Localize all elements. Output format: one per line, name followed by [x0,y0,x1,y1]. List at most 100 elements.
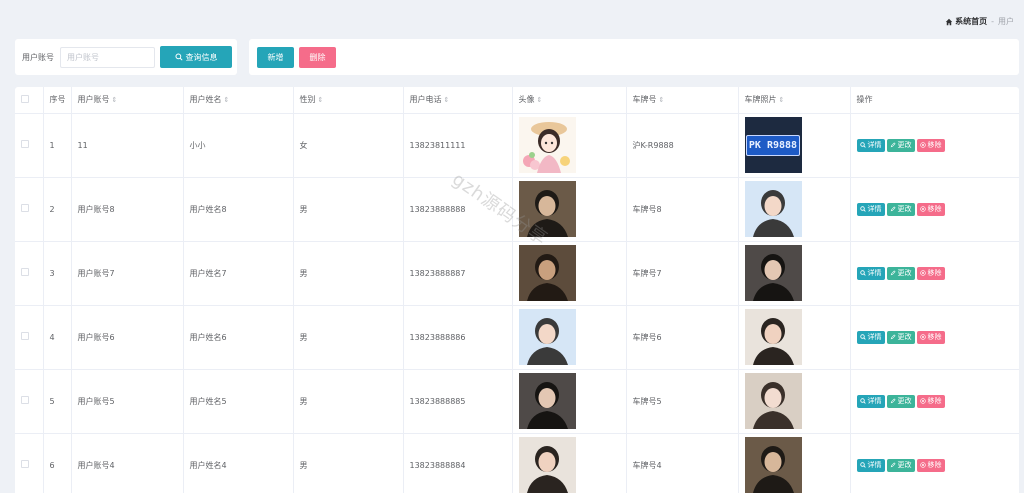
cell-avatar [512,241,627,306]
edit-button[interactable]: 更改 [886,202,915,216]
row-select-cell[interactable] [15,305,44,370]
detail-button[interactable]: 详情 [856,202,885,216]
header-gender[interactable]: 性别 ⇕ [293,87,404,114]
table-row: 3 用户账号7 用户姓名7 男 13823888887 车牌号7 详情 更改 移… [15,241,1019,306]
account-search-input[interactable] [60,46,155,68]
table-row: 2 用户账号8 用户姓名8 男 13823888888 车牌号8 详情 更改 移… [15,177,1019,242]
close-circle-icon [919,270,926,276]
cell-index: 3 [43,241,72,306]
edit-button[interactable]: 更改 [886,330,915,344]
home-icon [945,18,953,25]
pencil-icon [890,462,896,468]
cell-avatar [512,369,627,434]
sort-icon[interactable]: ⇕ [318,96,324,104]
edit-button[interactable]: 更改 [886,394,915,408]
detail-button[interactable]: 详情 [856,394,885,408]
cell-account: 用户账号4 [71,433,184,493]
row-checkbox[interactable] [21,332,29,340]
sort-icon[interactable]: ⇕ [779,96,785,104]
remove-button[interactable]: 移除 [916,266,945,280]
header-index-label: 序号 [49,95,66,105]
detail-label: 详情 [867,333,882,341]
table-header-row: 序号 用户账号 ⇕ 用户姓名 ⇕ 性别 ⇕ 用户电话 ⇕ 头像 ⇕ 车牌号 ⇕ 车牌照片 ⇕ … [15,87,1019,114]
sort-icon[interactable]: ⇕ [659,96,665,104]
row-checkbox[interactable] [21,396,29,404]
remove-label: 移除 [927,269,942,277]
header-avatar[interactable]: 头像 ⇕ [512,87,627,114]
search-icon [859,334,866,340]
remove-label: 移除 [927,333,942,341]
table-row: 4 用户账号6 用户姓名6 男 13823888886 车牌号6 详情 更改 移… [15,305,1019,370]
delete-button[interactable]: 删除 [299,46,336,68]
cell-index: 2 [43,177,72,242]
cell-account: 用户账号7 [71,241,184,306]
row-select-cell[interactable] [15,177,44,242]
edit-label: 更改 [897,141,912,149]
detail-button[interactable]: 详情 [856,330,885,344]
cell-name: 用户姓名5 [183,369,294,434]
header-plate-photo[interactable]: 车牌照片 ⇕ [738,87,851,114]
close-circle-icon [919,462,926,468]
remove-button[interactable]: 移除 [916,458,945,472]
detail-button[interactable]: 详情 [856,266,885,280]
avatar-image [518,437,576,493]
cell-phone: 13823888885 [403,369,513,434]
row-select-cell[interactable] [15,433,44,493]
pencil-icon [890,334,896,340]
table-row: 5 用户账号5 用户姓名5 男 13823888885 车牌号5 详情 更改 移… [15,369,1019,434]
detail-button[interactable]: 详情 [856,138,885,152]
sort-icon[interactable]: ⇕ [537,96,543,104]
cell-account: 用户账号6 [71,305,184,370]
cell-phone: 13823888886 [403,305,513,370]
header-name[interactable]: 用户姓名 ⇕ [183,87,294,114]
header-plate-label: 车牌号 [632,95,657,105]
avatar-image [518,309,576,365]
row-select-cell[interactable] [15,113,44,178]
row-checkbox[interactable] [21,460,29,468]
select-all-cell[interactable] [15,87,44,114]
cell-plate-photo [738,305,851,370]
breadcrumb-home[interactable]: 系统首页 [945,16,987,27]
add-button[interactable]: 新增 [257,46,294,68]
header-name-label: 用户姓名 [189,95,222,105]
plate-photo-image [744,245,802,301]
remove-button[interactable]: 移除 [916,202,945,216]
user-table: 序号 用户账号 ⇕ 用户姓名 ⇕ 性别 ⇕ 用户电话 ⇕ 头像 ⇕ 车牌号 ⇕ 车牌照片 ⇕ … [15,87,1019,493]
detail-button[interactable]: 详情 [856,458,885,472]
header-plate[interactable]: 车牌号 ⇕ [626,87,739,114]
edit-label: 更改 [897,269,912,277]
sort-icon[interactable]: ⇕ [444,96,450,104]
avatar-image [518,245,576,301]
edit-label: 更改 [897,205,912,213]
edit-button[interactable]: 更改 [886,458,915,472]
header-account[interactable]: 用户账号 ⇕ [71,87,184,114]
edit-button[interactable]: 更改 [886,138,915,152]
sort-icon[interactable]: ⇕ [112,96,118,104]
cell-gender: 女 [293,113,404,178]
row-select-cell[interactable] [15,241,44,306]
cell-avatar [512,113,627,178]
edit-label: 更改 [897,461,912,469]
cell-plate: 车牌号6 [626,305,739,370]
header-phone[interactable]: 用户电话 ⇕ [403,87,513,114]
row-select-cell[interactable] [15,369,44,434]
cell-ops: 详情 更改 移除 [850,177,1019,242]
remove-button[interactable]: 移除 [916,330,945,344]
remove-button[interactable]: 移除 [916,394,945,408]
sort-icon[interactable]: ⇕ [224,96,230,104]
remove-button[interactable]: 移除 [916,138,945,152]
breadcrumb-home-label: 系统首页 [955,17,988,26]
search-icon [859,142,866,148]
breadcrumb-separator: - [991,17,994,26]
search-icon [859,462,866,468]
cell-plate-photo [738,241,851,306]
search-button[interactable]: 查询信息 [160,46,232,68]
plate-photo-image [744,437,802,493]
edit-button[interactable]: 更改 [886,266,915,280]
cell-gender: 男 [293,305,404,370]
select-all-checkbox[interactable] [21,94,29,103]
row-checkbox[interactable] [21,140,29,148]
row-checkbox[interactable] [21,268,29,276]
avatar-image [518,373,576,429]
row-checkbox[interactable] [21,204,29,212]
